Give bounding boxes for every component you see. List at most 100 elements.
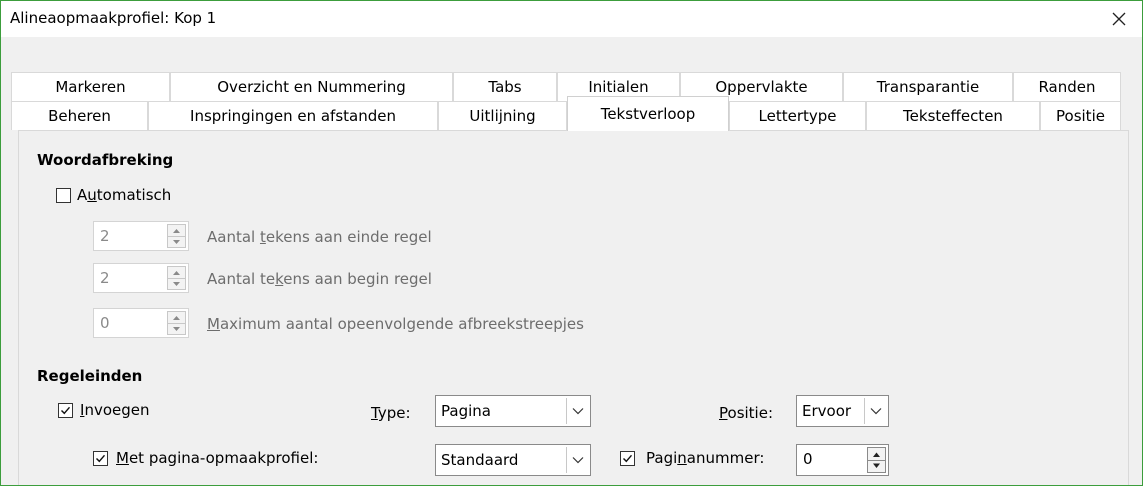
spin-down-icon — [173, 240, 180, 244]
label-part: ens aan begin regel — [283, 270, 432, 288]
select-value: Pagina — [441, 402, 491, 420]
label-part: Aantal te — [207, 270, 276, 288]
insert-checkbox[interactable] — [58, 403, 73, 418]
close-icon — [1112, 12, 1126, 26]
tab-lettertype[interactable]: Lettertype — [729, 101, 866, 130]
close-button[interactable] — [1096, 1, 1142, 37]
spin-up-icon — [873, 452, 880, 457]
label-accesskey: T — [371, 404, 378, 422]
label-part: ype: — [377, 404, 411, 422]
tab-label: Beheren — [48, 107, 111, 125]
spinner-value: 0 — [803, 450, 813, 468]
tab-label: Tekstverloop — [600, 105, 696, 123]
label-accesskey: M — [116, 449, 129, 467]
with-page-style-checkbox[interactable] — [93, 451, 108, 466]
tab-label: Teksteffecten — [903, 107, 1003, 125]
page-number-spinner[interactable]: 0 — [796, 444, 889, 476]
dialog-title: Alineaopmaakprofiel: Kop 1 — [10, 9, 217, 27]
tab-label: Overzicht en Nummering — [217, 78, 406, 96]
spin-down-icon — [173, 327, 180, 331]
section-title-breaks: Regeleinden — [37, 367, 143, 385]
label-part: et pagina-opmaakprofiel: — [128, 449, 319, 467]
chars-begin-line-label: Aantal tekens aan begin regel — [207, 270, 432, 288]
with-page-style-label: Met pagina-opmaakprofiel: — [116, 449, 318, 467]
select-value: Standaard — [441, 451, 519, 469]
max-hyphens-label: Maximum aantal opeenvolgende afbreekstre… — [207, 315, 584, 333]
chevron-down-icon — [572, 408, 583, 415]
tab-label: Inspringingen en afstanden — [190, 107, 396, 125]
position-dropdown-button[interactable] — [864, 398, 886, 424]
label-accesskey: n — [677, 449, 687, 467]
automatic-label: Automatisch — [77, 186, 171, 204]
page-number-checkbox[interactable] — [620, 451, 635, 466]
type-label: Type: — [371, 404, 411, 422]
checkmark-icon — [61, 406, 71, 415]
spinner-buttons[interactable] — [867, 447, 886, 473]
label-part: A — [77, 186, 88, 204]
tab-label: Oppervlakte — [715, 78, 808, 96]
chevron-down-icon — [870, 408, 881, 415]
label-part: tomatisch — [96, 186, 172, 204]
label-part: Aantal — [207, 228, 260, 246]
label-accesskey: u — [87, 186, 97, 204]
page-number-label: Paginanummer: — [646, 449, 764, 467]
label-part: nvoegen — [84, 401, 150, 419]
tab-uitlijning[interactable]: Uitlijning — [438, 101, 567, 130]
tab-positie[interactable]: Positie — [1040, 101, 1121, 130]
tab-label: Tabs — [488, 78, 522, 96]
dialog-window: Alineaopmaakprofiel: Kop 1 Markeren Over… — [0, 0, 1143, 486]
page-style-dropdown-button[interactable] — [566, 447, 588, 473]
label-part: Pagi — [646, 449, 678, 467]
tab-tekstverloop[interactable]: Tekstverloop — [567, 96, 729, 131]
spin-up-icon — [173, 271, 180, 275]
spinner-value: 2 — [100, 227, 110, 245]
label-part: ekens aan einde regel — [265, 228, 432, 246]
spin-up-icon — [173, 316, 180, 320]
label-part: anummer: — [686, 449, 765, 467]
position-select[interactable]: Ervoor — [796, 395, 889, 427]
checkmark-icon — [96, 454, 106, 463]
tab-inspringingen-en-afstanden[interactable]: Inspringingen en afstanden — [148, 101, 438, 130]
label-accesskey: M — [207, 315, 220, 333]
label-part: ositie: — [727, 404, 774, 422]
tab-label: Randen — [1038, 78, 1096, 96]
label-part: aximum aantal opeenvolgende afbreekstree… — [219, 315, 584, 333]
select-value: Ervoor — [802, 402, 852, 420]
spinner-value: 2 — [100, 269, 110, 287]
spinner-buttons[interactable] — [167, 311, 186, 335]
tab-randen[interactable]: Randen — [1013, 72, 1121, 101]
tab-teksteffecten[interactable]: Teksteffecten — [866, 101, 1040, 130]
spinner-buttons[interactable] — [167, 224, 186, 248]
spin-down-icon — [173, 282, 180, 286]
page-style-select[interactable]: Standaard — [435, 444, 591, 476]
tab-label: Lettertype — [758, 107, 837, 125]
tab-label: Markeren — [55, 78, 126, 96]
tab-bar: Markeren Overzicht en Nummering Tabs Ini… — [11, 72, 1121, 131]
tab-overzicht-en-nummering[interactable]: Overzicht en Nummering — [170, 72, 453, 101]
position-label: Positie: — [719, 404, 773, 422]
chars-begin-line-spinner[interactable]: 2 — [93, 263, 189, 293]
type-dropdown-button[interactable] — [566, 398, 588, 424]
insert-label: Invoegen — [80, 401, 149, 419]
tab-label: Uitlijning — [469, 107, 536, 125]
title-bar: Alineaopmaakprofiel: Kop 1 — [1, 1, 1142, 37]
spin-up-icon — [173, 229, 180, 233]
max-hyphens-spinner[interactable]: 0 — [93, 308, 189, 338]
section-title-hyphenation: Woordafbreking — [37, 151, 174, 169]
tab-label: Transparantie — [876, 78, 980, 96]
tab-markeren[interactable]: Markeren — [11, 72, 170, 101]
tab-tabs[interactable]: Tabs — [453, 72, 557, 101]
tab-transparantie[interactable]: Transparantie — [843, 72, 1013, 101]
automatic-checkbox[interactable] — [56, 188, 71, 203]
type-select[interactable]: Pagina — [435, 395, 591, 427]
chevron-down-icon — [572, 457, 583, 464]
tab-beheren[interactable]: Beheren — [11, 101, 148, 130]
spinner-value: 0 — [100, 314, 110, 332]
tab-label: Initialen — [588, 78, 649, 96]
spinner-buttons[interactable] — [167, 266, 186, 290]
chars-end-line-spinner[interactable]: 2 — [93, 221, 189, 251]
tab-label: Positie — [1056, 107, 1105, 125]
chars-end-line-label: Aantal tekens aan einde regel — [207, 228, 432, 246]
checkmark-icon — [623, 454, 633, 463]
spin-down-icon — [873, 463, 880, 468]
